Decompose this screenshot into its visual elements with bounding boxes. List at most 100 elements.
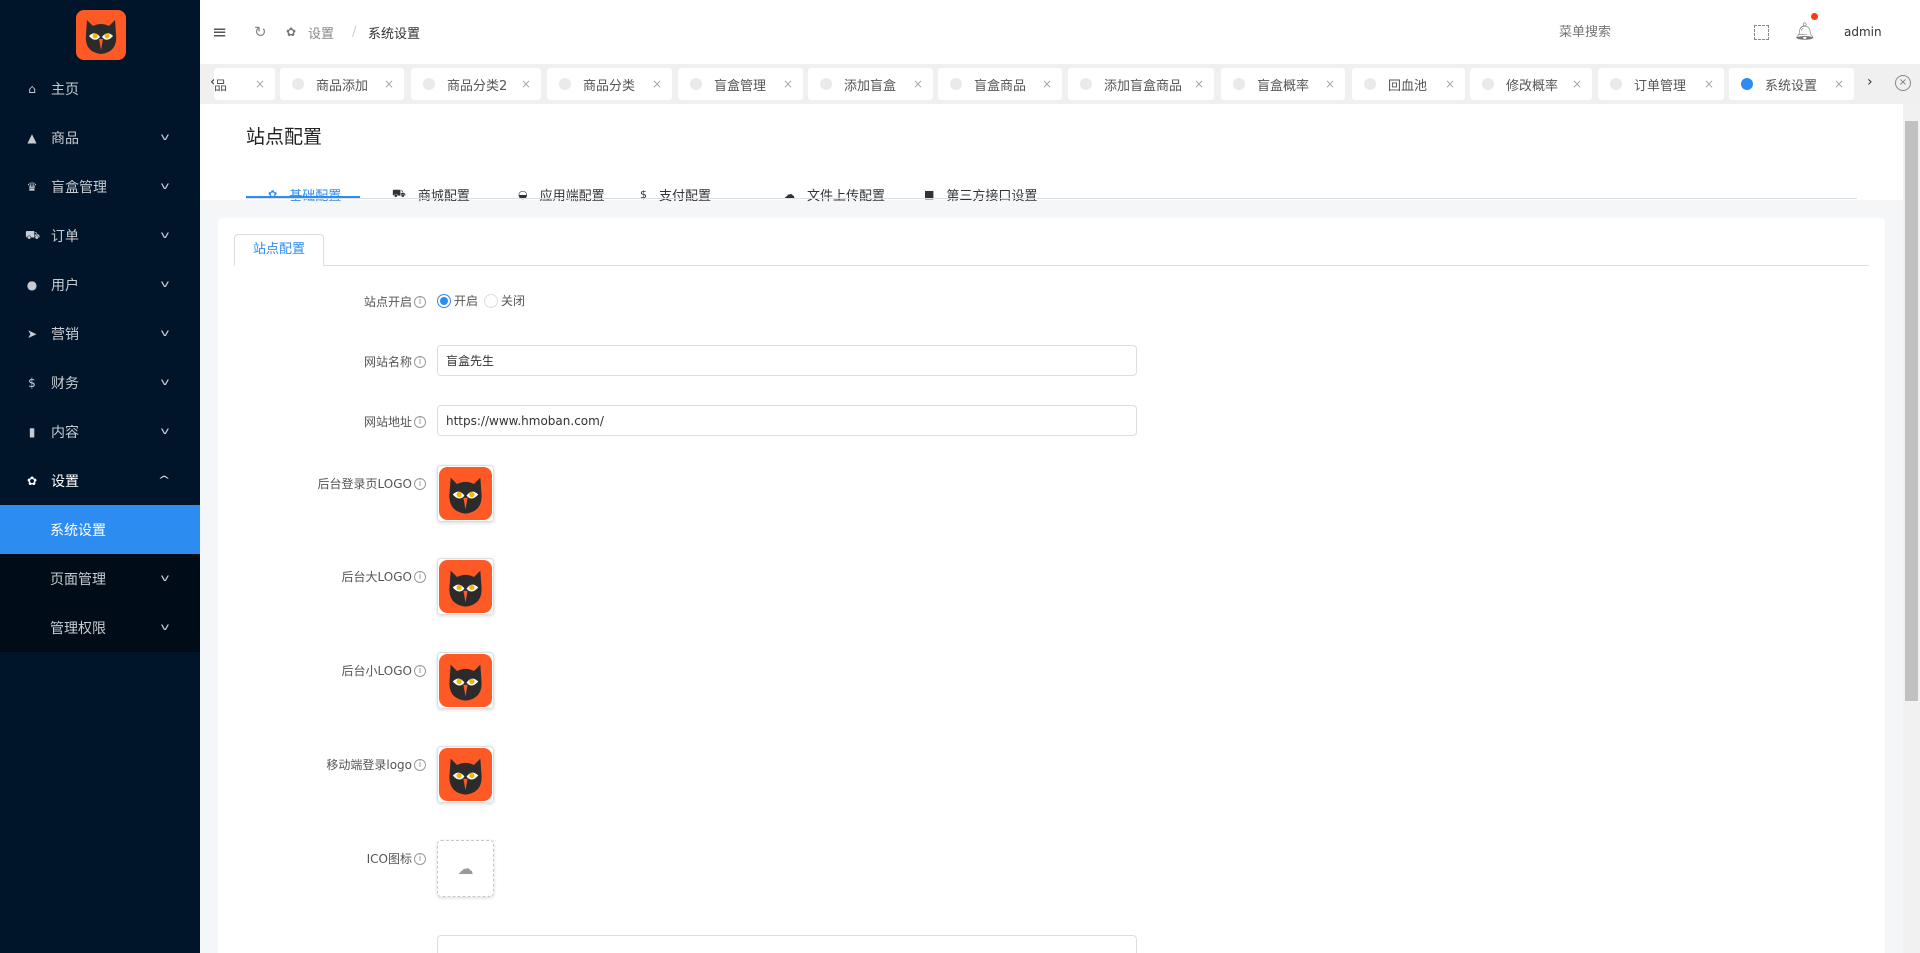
chevron-up-icon: ^ xyxy=(157,475,171,486)
bell-icon[interactable]: 🔔︎ xyxy=(1794,22,1816,42)
tab-1[interactable]: 商品添加 × xyxy=(280,68,404,100)
close-icon[interactable]: × xyxy=(1704,77,1714,91)
site-url-input[interactable] xyxy=(437,405,1137,436)
next-field-input[interactable] xyxy=(437,935,1137,953)
info-icon[interactable]: i xyxy=(414,852,426,865)
tab-status-dot xyxy=(820,78,832,90)
tab-3[interactable]: 商品分类 × xyxy=(547,68,672,100)
subtab-label: 商城配置 xyxy=(417,188,470,204)
tabs-scroll-right-icon[interactable]: › xyxy=(1867,74,1873,90)
site-name-input[interactable] xyxy=(437,345,1137,376)
tab-4[interactable]: 盲盒管理 × xyxy=(678,68,803,100)
close-icon[interactable]: × xyxy=(1572,77,1582,91)
ico-upload-button[interactable]: ☁︎ xyxy=(437,840,494,897)
close-icon[interactable]: × xyxy=(1194,77,1204,91)
subtab-label: 第三方接口设置 xyxy=(946,188,1038,204)
big-logo-image[interactable] xyxy=(437,558,494,615)
menu-toggle-icon[interactable]: ≡ xyxy=(212,22,227,43)
book-icon: ▮ xyxy=(28,424,36,439)
sidebar-item-settings[interactable]: ✿ 设置 ^ xyxy=(0,456,200,505)
sidebar-item-home[interactable]: ⌂ 主页 xyxy=(0,64,200,113)
subtab-5[interactable]: ■ 第三方接口设置 xyxy=(924,184,1037,204)
radio-off[interactable] xyxy=(484,293,499,308)
menu-search-input[interactable] xyxy=(1520,24,1650,40)
info-icon[interactable]: i xyxy=(414,664,426,677)
tab-7[interactable]: 添加盲盒商品 × xyxy=(1068,68,1214,100)
chevron-down-icon: v xyxy=(160,279,170,290)
fullscreen-icon[interactable] xyxy=(1754,24,1769,40)
tab-0[interactable]: 品 × xyxy=(214,68,275,100)
sidebar-item-orders[interactable]: ⛟ 订单 v xyxy=(0,211,200,260)
sidebar-item-content[interactable]: ▮ 内容 v xyxy=(0,407,200,456)
tab-label: 盲盒概率 xyxy=(1257,78,1310,94)
close-all-tabs-icon[interactable]: × xyxy=(1895,75,1911,91)
tab-label: 商品分类2 xyxy=(447,78,508,94)
close-icon[interactable]: × xyxy=(1834,77,1844,91)
chevron-down-icon: v xyxy=(160,181,170,192)
breadcrumb-current: 系统设置 xyxy=(368,26,421,42)
close-icon[interactable]: × xyxy=(652,77,662,91)
app-logo[interactable] xyxy=(76,10,126,60)
login-logo-label: 后台登录页LOGO i xyxy=(318,475,426,492)
close-icon[interactable]: × xyxy=(384,77,394,91)
close-icon[interactable]: × xyxy=(255,77,265,91)
sidebar-item-blindbox[interactable]: ♛ 盲盒管理 v xyxy=(0,162,200,211)
user-icon: ● xyxy=(26,277,38,292)
scrollbar[interactable] xyxy=(1903,104,1920,953)
scrollbar-thumb[interactable] xyxy=(1905,121,1918,701)
dollar-icon: $ xyxy=(28,375,36,390)
subtab-1[interactable]: ⛟ 商城配置 xyxy=(392,184,470,204)
sidebar-item-marketing[interactable]: ➤ 营销 v xyxy=(0,309,200,358)
info-icon[interactable]: i xyxy=(414,758,426,771)
close-icon[interactable]: × xyxy=(521,77,531,91)
tab-status-dot xyxy=(292,78,304,90)
tab-10[interactable]: 修改概率 × xyxy=(1470,68,1592,100)
tab-9[interactable]: 回血池 × xyxy=(1352,68,1465,100)
info-icon[interactable]: i xyxy=(414,355,426,368)
tab-12[interactable]: 系统设置 × xyxy=(1729,68,1854,100)
tab-2[interactable]: 商品分类2 × xyxy=(411,68,541,100)
page-title: 站点配置 xyxy=(246,126,323,148)
tab-5[interactable]: 添加盲盒 × xyxy=(808,68,933,100)
small-logo-image[interactable] xyxy=(437,652,494,709)
subtab-3[interactable]: $ 支付配置 xyxy=(640,184,711,204)
sidebar-item-users[interactable]: ● 用户 v xyxy=(0,260,200,309)
close-icon[interactable]: × xyxy=(783,77,793,91)
user-name[interactable]: admin xyxy=(1844,25,1882,39)
tab-label: 商品添加 xyxy=(316,78,369,94)
login-logo-image[interactable] xyxy=(437,465,494,522)
sidebar-subitem-admin-permissions[interactable]: 管理权限 v xyxy=(0,603,200,652)
sidebar-item-finance[interactable]: $ 财务 v xyxy=(0,358,200,407)
subtab-4[interactable]: ☁ 文件上传配置 xyxy=(784,184,885,204)
main-content: 站点配置 ✿基础配置 ⛟ 商城配置 ◒应用端配置 $支付配置 ☁文件上传配置 ■第三方接口设… xyxy=(200,104,1903,953)
card-tab-site-config[interactable]: 站点配置 xyxy=(234,234,324,266)
tab-status-dot xyxy=(1233,78,1245,90)
refresh-icon[interactable]: ↻ xyxy=(254,23,267,41)
info-icon[interactable]: i xyxy=(414,295,426,308)
ico-label: ICO图标 i xyxy=(367,850,426,867)
breadcrumb-parent[interactable]: 设置 xyxy=(308,23,334,42)
close-icon[interactable]: × xyxy=(913,77,923,91)
info-icon[interactable]: i xyxy=(414,415,426,428)
close-icon[interactable]: × xyxy=(1042,77,1052,91)
tab-label: 订单管理 xyxy=(1634,78,1687,94)
site-open-label: 站点开启 i xyxy=(364,293,426,310)
sidebar-item-goods[interactable]: ▲ 商品 v xyxy=(0,113,200,162)
subtab-0[interactable]: ✿基础配置 xyxy=(268,184,341,204)
tab-11[interactable]: 订单管理 × xyxy=(1598,68,1724,100)
info-icon[interactable]: i xyxy=(414,477,426,490)
close-icon[interactable]: × xyxy=(1325,77,1335,91)
tab-label: 修改概率 xyxy=(1506,78,1559,94)
info-icon[interactable]: i xyxy=(414,570,426,583)
mobile-logo-image[interactable] xyxy=(437,746,494,803)
sidebar: ⌂ 主页 ▲ 商品 v ♛ 盲盒管理 v ⛟ 订单 v ● 用户 v ➤ 营销 v $ 财务 v ▮ 内容 v… xyxy=(0,0,200,953)
sidebar-subitem-page-management[interactable]: 页面管理 v xyxy=(0,554,200,603)
subtab-2[interactable]: ◒ 应用端配置 xyxy=(518,184,605,204)
close-icon[interactable]: × xyxy=(1445,77,1455,91)
chevron-down-icon: v xyxy=(160,377,170,388)
tab-8[interactable]: 盲盒概率 × xyxy=(1221,68,1345,100)
tab-6[interactable]: 盲盒商品 × xyxy=(938,68,1062,100)
tab-label: 添加盲盒商品 xyxy=(1104,78,1183,94)
radio-on[interactable] xyxy=(437,293,451,308)
sidebar-subitem-system-settings[interactable]: 系统设置 xyxy=(0,505,200,554)
